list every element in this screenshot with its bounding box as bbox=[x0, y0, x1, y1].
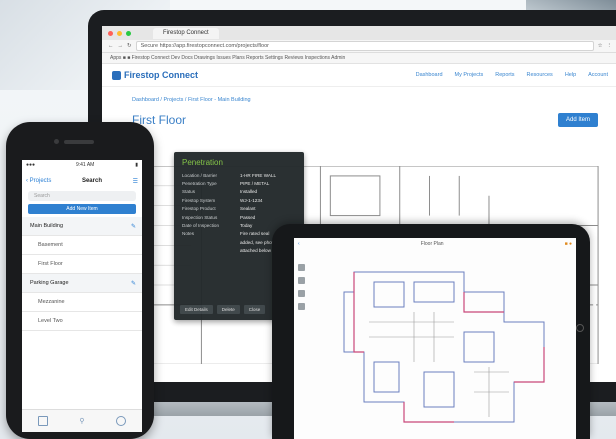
nav-link-dashboard[interactable]: Dashboard bbox=[416, 72, 443, 78]
menu-icon[interactable]: ⋮ bbox=[607, 43, 613, 49]
edit-pencil-icon[interactable]: ✎ bbox=[131, 280, 136, 287]
reload-icon[interactable]: ↻ bbox=[127, 43, 132, 49]
list-item[interactable]: Main Building ✎ bbox=[22, 217, 142, 236]
popup-row: Inspection Status Passed bbox=[182, 214, 256, 220]
phone-tabbar: ⚲ bbox=[22, 409, 142, 432]
tab-projects-icon[interactable] bbox=[37, 416, 48, 426]
phone-screen: ●●● 9:41 AM ▮ ‹ Projects Search ☰ Search… bbox=[22, 160, 142, 432]
delete-button[interactable]: Delete bbox=[216, 305, 240, 314]
logo-mark-icon bbox=[112, 70, 121, 80]
select-tool-icon[interactable] bbox=[298, 264, 305, 271]
tab-settings-icon[interactable] bbox=[116, 416, 127, 426]
tab-search-icon[interactable]: ⚲ bbox=[79, 417, 84, 425]
page-header: First Floor Add Item bbox=[102, 103, 616, 127]
tablet-tool-palette bbox=[298, 264, 305, 310]
close-button[interactable]: Close bbox=[243, 305, 266, 314]
nav-link-account[interactable]: Account bbox=[588, 72, 608, 78]
add-new-item-button[interactable]: Add New Item bbox=[28, 204, 136, 214]
url-input[interactable]: Secure https://app.firestopconnect.com/p… bbox=[135, 41, 594, 51]
battery-icon: ▮ bbox=[135, 162, 138, 168]
maximize-dot-icon[interactable] bbox=[126, 30, 131, 36]
popup-row: Status Installed bbox=[182, 189, 258, 195]
pin-tool-icon[interactable] bbox=[298, 277, 305, 284]
popup-title: Penetration bbox=[182, 158, 223, 167]
status-time: 9:41 AM bbox=[75, 162, 95, 168]
phone: ●●● 9:41 AM ▮ ‹ Projects Search ☰ Search… bbox=[6, 122, 154, 439]
list-item[interactable]: Mezzanine bbox=[22, 293, 142, 312]
signal-icon: ●●● bbox=[26, 162, 36, 168]
home-button-icon[interactable] bbox=[576, 324, 584, 332]
phone-navbar: ‹ Projects Search ☰ bbox=[22, 174, 142, 188]
list-item[interactable]: Level Two bbox=[22, 312, 142, 331]
browser-tab[interactable]: Firestop Connect bbox=[153, 27, 219, 39]
popup-row: Penetration Type PIPE / METAL bbox=[182, 181, 270, 187]
nav-link-reports[interactable]: Reports bbox=[495, 72, 514, 78]
bookmarks-bar[interactable]: Apps ■ ■ Firestop Connect Dev Docs Drawi… bbox=[102, 53, 616, 64]
phone-nav-title: Search bbox=[81, 178, 102, 184]
search-input[interactable]: Search bbox=[28, 191, 136, 201]
layers-tool-icon[interactable] bbox=[298, 303, 305, 310]
front-camera-icon bbox=[54, 139, 59, 144]
tablet-back-icon[interactable]: ‹ bbox=[298, 241, 300, 247]
popup-actions: Edit Details Delete Close bbox=[180, 305, 266, 314]
popup-row: Firestop Product Sealant bbox=[182, 206, 256, 212]
filter-icon[interactable]: ☰ bbox=[133, 178, 138, 185]
nav-link-projects[interactable]: My Projects bbox=[455, 72, 484, 78]
app-logo[interactable]: Firestop Connect bbox=[112, 70, 198, 80]
nav-link-resources[interactable]: Resources bbox=[527, 72, 553, 78]
star-icon[interactable]: ☆ bbox=[598, 43, 603, 49]
nav-link-help[interactable]: Help bbox=[565, 72, 576, 78]
tablet-toolbar: ‹ Floor Plan ■ ● bbox=[294, 238, 576, 250]
back-arrow-icon[interactable]: ← bbox=[108, 43, 114, 49]
tablet-screen: ‹ Floor Plan ■ ● bbox=[294, 238, 576, 439]
breadcrumb[interactable]: Dashboard / Projects / First Floor - Mai… bbox=[102, 87, 616, 103]
tablet: ‹ Floor Plan ■ ● bbox=[272, 224, 590, 439]
tablet-tools-icon[interactable]: ■ ● bbox=[565, 241, 572, 247]
back-button[interactable]: ‹ Projects bbox=[26, 178, 51, 184]
status-bar: ●●● 9:41 AM ▮ bbox=[22, 160, 142, 174]
forward-arrow-icon[interactable]: → bbox=[118, 43, 124, 49]
list-item[interactable]: Basement bbox=[22, 236, 142, 255]
popup-row: Location / Barrier 1-HR FIRE WALL bbox=[182, 172, 277, 178]
minimize-dot-icon[interactable] bbox=[117, 30, 122, 36]
list-item[interactable]: Parking Garage ✎ bbox=[22, 274, 142, 293]
speaker-grille bbox=[64, 140, 94, 144]
edit-details-button[interactable]: Edit Details bbox=[180, 305, 213, 314]
logo-text: Firestop Connect bbox=[124, 70, 199, 80]
measure-tool-icon[interactable] bbox=[298, 290, 305, 297]
nav-links: Dashboard My Projects Reports Resources … bbox=[416, 72, 608, 78]
close-dot-icon[interactable] bbox=[108, 30, 113, 36]
app-navbar: Firestop Connect Dashboard My Projects R… bbox=[102, 64, 616, 87]
tablet-floor-plan[interactable] bbox=[314, 252, 572, 437]
tablet-title: Floor Plan bbox=[420, 241, 444, 247]
popup-row: Firestop System WJ-1-1234 bbox=[182, 197, 263, 203]
browser-titlebar: Firestop Connect bbox=[102, 26, 616, 40]
add-item-button[interactable]: Add Item bbox=[557, 113, 598, 127]
list-item[interactable]: First Floor bbox=[22, 255, 142, 274]
address-bar: ← → ↻ Secure https://app.firestopconnect… bbox=[102, 40, 616, 53]
edit-pencil-icon[interactable]: ✎ bbox=[131, 223, 136, 230]
